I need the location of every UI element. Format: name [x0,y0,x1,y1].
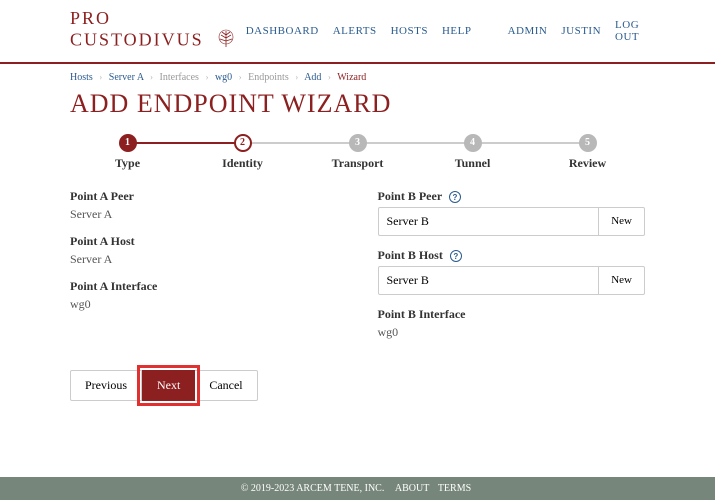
point-a-peer-label: Point A Peer [70,189,338,204]
page-title: ADD ENDPOINT WIZARD [70,89,645,119]
crumb-interfaces: Interfaces [160,72,199,83]
point-b-peer-label: Point B Peer ? [378,189,646,204]
point-b-host-label: Point B Host ? [378,248,646,263]
footer: © 2019-2023 ARCEM TENE, INC. ABOUT TERMS [0,477,715,500]
step-5-circle: 5 [579,134,597,152]
point-b-host-new-button[interactable]: New [599,266,645,295]
point-b-host-input[interactable] [378,266,600,295]
wizard-buttons: Previous Next Cancel [70,370,645,401]
previous-button[interactable]: Previous [70,370,142,401]
point-b-peer-new-button[interactable]: New [599,207,645,236]
footer-about[interactable]: ABOUT [395,483,429,494]
crumb-add[interactable]: Add [304,72,321,83]
nav-logout[interactable]: LOG OUT [615,19,645,43]
wizard-stepper: 1 Type 2 Identity 3 Transport 4 Tunnel 5… [70,133,645,171]
crumb-server-a[interactable]: Server A [109,72,144,83]
brand-text: PRO CUSTODIVUS [70,8,204,50]
footer-terms[interactable]: TERMS [438,483,471,494]
point-a-host-label: Point A Host [70,234,338,249]
step-identity[interactable]: 2 Identity [185,133,300,171]
nav-admin[interactable]: ADMIN [508,25,548,37]
crumb-endpoints: Endpoints [248,72,289,83]
point-a-peer-value: Server A [70,207,338,222]
crumb-hosts[interactable]: Hosts [70,72,93,83]
step-transport: 3 Transport [300,133,415,171]
point-b-interface-value: wg0 [378,325,646,340]
step-review: 5 Review [530,133,645,171]
cancel-button[interactable]: Cancel [195,370,257,401]
step-type[interactable]: 1 Type [70,133,185,171]
help-icon[interactable]: ? [450,250,462,262]
point-b-peer-input[interactable] [378,207,600,236]
brand-tree-icon [216,29,236,54]
point-a-interface-value: wg0 [70,297,338,312]
point-b-interface-label: Point B Interface [378,307,646,322]
crumb-wizard: Wizard [337,72,366,83]
point-a-host-value: Server A [70,252,338,267]
nav-hosts[interactable]: HOSTS [391,25,428,37]
step-tunnel: 4 Tunnel [415,133,530,171]
point-a-column: Point A Peer Server A Point A Host Serve… [70,189,338,352]
brand-logo[interactable]: PRO CUSTODIVUS [70,8,246,54]
step-4-circle: 4 [464,134,482,152]
top-nav: DASHBOARD ALERTS HOSTS HELP ADMIN JUSTIN… [246,19,645,43]
step-1-circle: 1 [119,134,137,152]
next-button[interactable]: Next [142,370,195,401]
nav-alerts[interactable]: ALERTS [333,25,377,37]
point-a-interface-label: Point A Interface [70,279,338,294]
step-2-circle: 2 [234,134,252,152]
footer-copyright: © 2019-2023 ARCEM TENE, INC. [241,483,385,494]
point-b-column: Point B Peer ? New Point B Host ? New [378,189,646,352]
help-icon[interactable]: ? [449,191,461,203]
nav-help[interactable]: HELP [442,25,472,37]
nav-user[interactable]: JUSTIN [561,25,601,37]
breadcrumb: Hosts › Server A › Interfaces › wg0 › En… [70,72,645,83]
top-bar: PRO CUSTODIVUS DASHBOARD ALERTS HOSTS HE… [0,0,715,64]
nav-dashboard[interactable]: DASHBOARD [246,25,319,37]
crumb-wg0[interactable]: wg0 [215,72,232,83]
step-3-circle: 3 [349,134,367,152]
